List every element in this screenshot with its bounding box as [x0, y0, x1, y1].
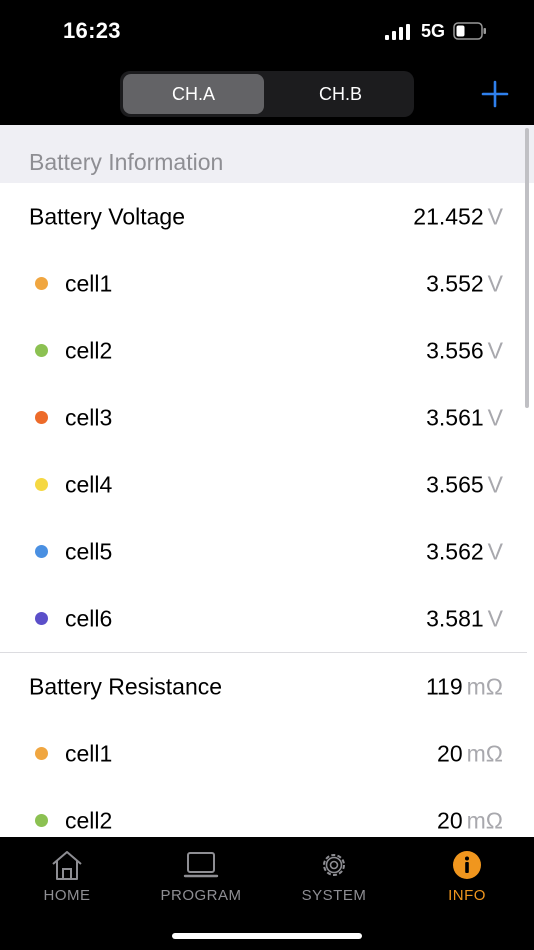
tab-system[interactable]: SYSTEM [267, 845, 401, 915]
cell-value: 3.556 V [426, 337, 503, 364]
value-number: 3.565 [426, 471, 484, 497]
voltage-cell-row: cell5 3.562 V [0, 518, 534, 585]
cell-value: 3.552 V [426, 270, 503, 297]
network-label: 5G [421, 21, 446, 41]
cell-value: 20 mΩ [437, 807, 503, 834]
cell-color-dot [35, 813, 48, 827]
battery-resistance-value: 119 mΩ [426, 673, 503, 700]
cell-name: cell2 [65, 337, 113, 363]
cell-color-dot [35, 746, 48, 760]
cell-name: cell1 [65, 740, 113, 766]
cell-color-dot [35, 544, 48, 558]
plus-icon[interactable] [480, 79, 510, 109]
tab-program[interactable]: PROGRAM [134, 845, 268, 915]
voltage-cell-row: cell3 3.561 V [0, 384, 534, 451]
laptop-icon [183, 852, 219, 878]
resistance-cell-row: cell1 20 mΩ [0, 720, 534, 787]
tab-home-label: HOME [43, 887, 91, 904]
tab-info-label: INFO [448, 887, 486, 904]
voltage-cell-row: cell2 3.556 V [0, 317, 534, 384]
tab-home[interactable]: HOME [0, 845, 134, 915]
home-indicator[interactable] [172, 933, 362, 939]
cell-value: 20 mΩ [437, 740, 503, 767]
value-number: 20 [437, 740, 463, 766]
value-unit: V [487, 404, 503, 430]
cell-value: 3.581 V [426, 605, 503, 632]
battery-resistance-row: Battery Resistance 119 mΩ [0, 653, 534, 720]
cell-name: cell4 [65, 471, 113, 497]
cell-value: 3.561 V [426, 404, 503, 431]
cell-name: cell3 [65, 404, 113, 430]
signal-icon [385, 24, 410, 40]
status-bar: 16:23 5G [0, 0, 534, 64]
battery-resistance-label: Battery Resistance [29, 673, 223, 699]
cell-name: cell2 [65, 807, 113, 833]
resistance-cell-row: cell2 20 mΩ [0, 787, 534, 837]
cell-color-dot [35, 611, 48, 625]
value-unit: mΩ [466, 740, 503, 766]
battery-icon [453, 22, 486, 40]
value-unit: V [487, 203, 503, 229]
value-unit: V [487, 471, 503, 497]
value-unit: mΩ [466, 673, 503, 699]
scrollbar[interactable] [525, 128, 529, 408]
cell-color-dot [35, 276, 48, 290]
value-unit: V [487, 538, 503, 564]
cell-name: cell5 [65, 538, 113, 564]
section-title: Battery Information [29, 149, 224, 175]
voltage-cell-row: cell6 3.581 V [0, 585, 534, 652]
voltage-cell-row: cell4 3.565 V [0, 451, 534, 518]
status-time: 16:23 [63, 18, 121, 43]
value-unit: V [487, 270, 503, 296]
cell-value: 3.565 V [426, 471, 503, 498]
segment-ch-a[interactable]: CH.A [123, 74, 264, 114]
info-icon [453, 851, 481, 879]
top-bar: CH.A CH.B [0, 64, 534, 125]
cell-color-dot [35, 477, 48, 491]
segment-ch-b[interactable]: CH.B [270, 74, 411, 114]
home-icon [52, 851, 82, 880]
cell-color-dot [35, 343, 48, 357]
value-unit: mΩ [466, 807, 503, 833]
cell-value: 3.562 V [426, 538, 503, 565]
tab-program-label: PROGRAM [160, 887, 242, 904]
cell-name: cell1 [65, 270, 113, 296]
gear-icon [323, 854, 345, 876]
battery-voltage-row: Battery Voltage 21.452 V [0, 183, 534, 250]
channel-segmented-control: CH.A CH.B [120, 71, 414, 117]
battery-info-list[interactable]: Battery Information Battery Voltage 21.4… [0, 125, 534, 837]
battery-voltage-label: Battery Voltage [29, 203, 185, 229]
tab-system-label: SYSTEM [301, 887, 367, 904]
value-number: 3.562 [426, 538, 484, 564]
value-number: 3.552 [426, 270, 484, 296]
value-unit: V [487, 337, 503, 363]
tab-info[interactable]: INFO [400, 845, 534, 915]
value-number: 20 [437, 807, 463, 833]
cell-color-dot [35, 410, 48, 424]
value-number: 119 [425, 673, 463, 699]
cell-name: cell6 [65, 605, 113, 631]
value-number: 3.581 [426, 605, 484, 631]
value-number: 21.452 [413, 203, 484, 229]
voltage-cell-row: cell1 3.552 V [0, 250, 534, 317]
battery-voltage-value: 21.452 V [413, 203, 503, 230]
value-number: 3.556 [426, 337, 484, 363]
value-unit: V [487, 605, 503, 631]
value-number: 3.561 [426, 404, 484, 430]
section-header: Battery Information [0, 125, 534, 183]
